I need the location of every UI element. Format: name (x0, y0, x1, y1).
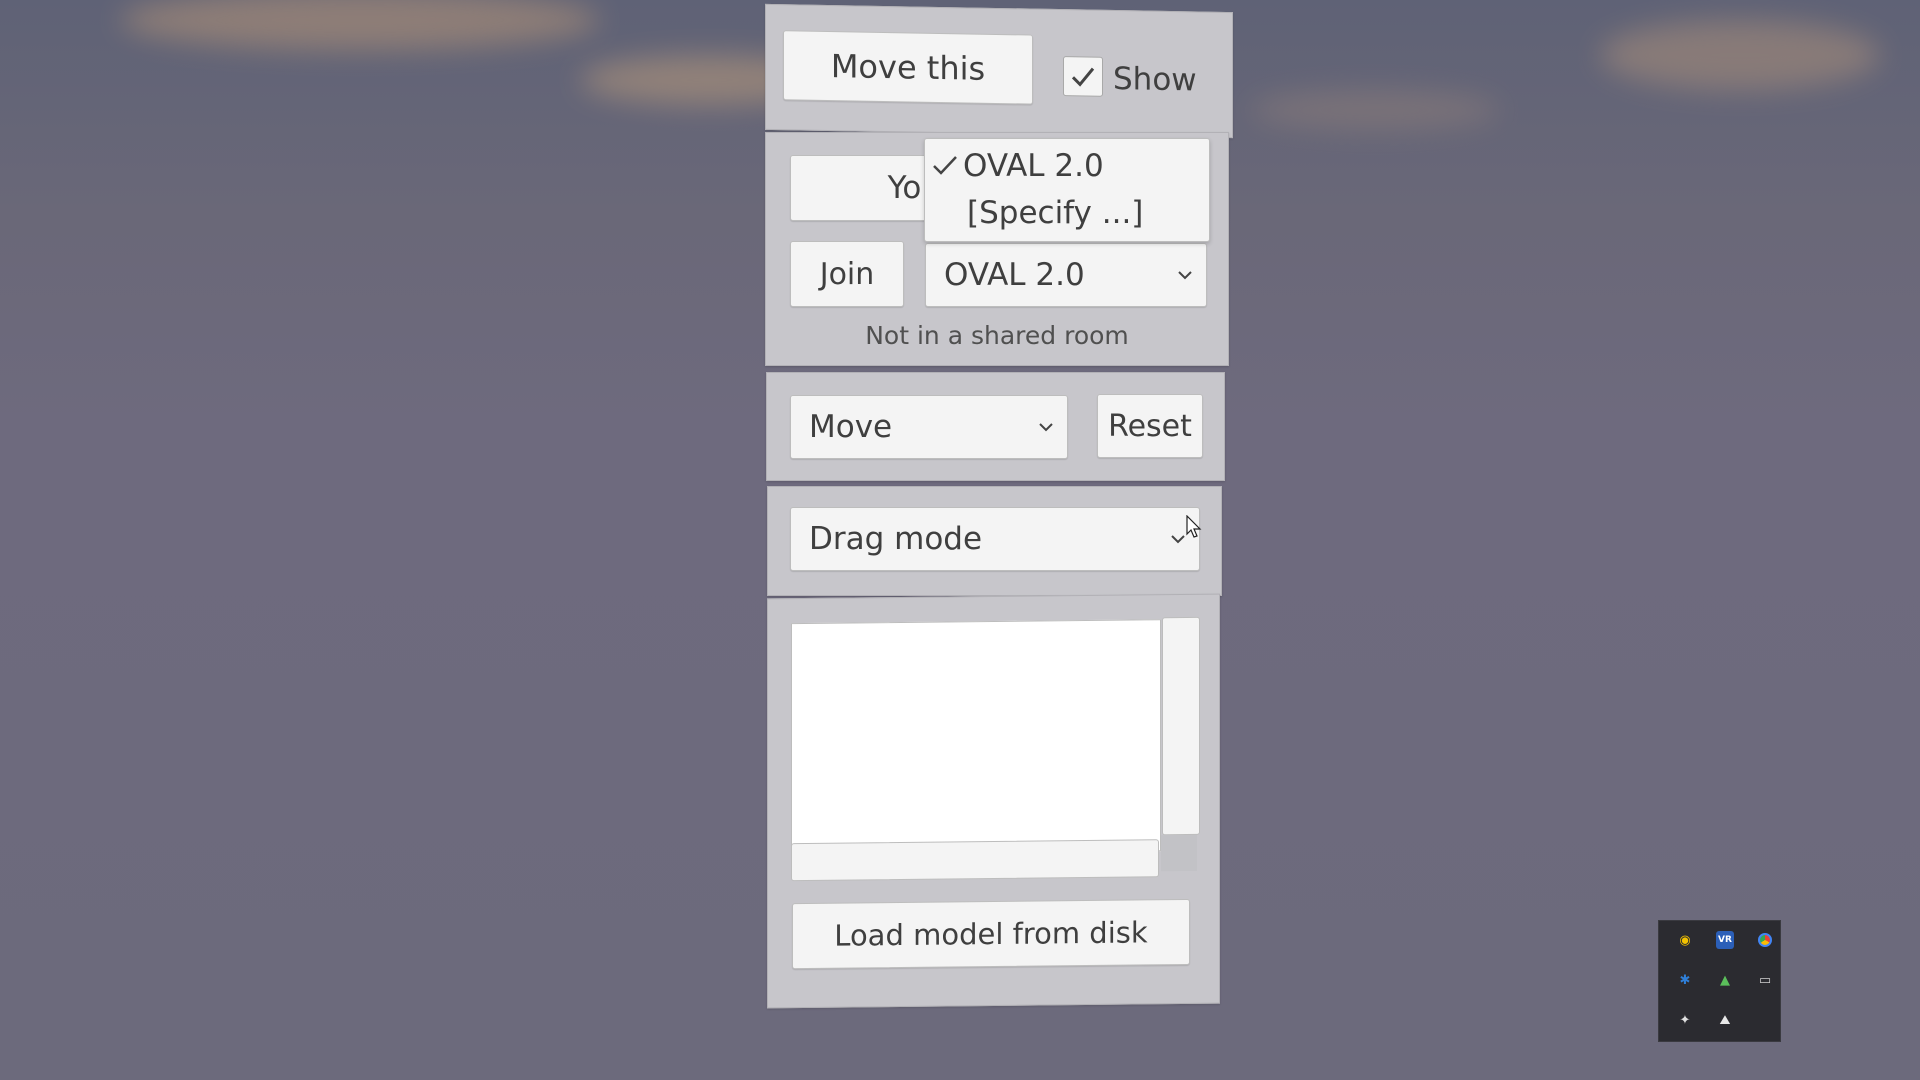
display-icon[interactable]: ▭ (1756, 971, 1774, 989)
menu-item-specify[interactable]: [Specify ...] (925, 191, 1209, 235)
models-panel: Load model from disk (767, 593, 1220, 1009)
room-dropdown-menu: OVAL 2.0 [Specify ...] (924, 138, 1210, 242)
mouse-cursor-icon (1186, 515, 1202, 538)
vertical-scrollbar[interactable] (1162, 616, 1200, 836)
system-tray: ◉ VR ✱ ▲ ▭ ✦ ⛰ (1658, 920, 1781, 1042)
chevron-down-icon (1171, 535, 1185, 544)
slack-icon[interactable]: ✦ (1676, 1011, 1694, 1029)
load-model-button[interactable]: Load model from disk (792, 898, 1190, 970)
shield-icon[interactable]: ▲ (1716, 971, 1734, 989)
room-dropdown-value: OVAL 2.0 (944, 257, 1085, 293)
room-dropdown[interactable]: OVAL 2.0 (925, 243, 1207, 307)
you-button[interactable]: You (790, 155, 942, 221)
horizontal-scrollbar[interactable] (791, 839, 1159, 882)
mode-dropdown[interactable]: Move (790, 395, 1068, 459)
room-status-text: Not in a shared room (865, 321, 1129, 350)
menu-checkmark-icon (933, 156, 957, 175)
headset-icon[interactable]: ◉ (1676, 931, 1694, 949)
reset-label: Reset (1108, 408, 1192, 444)
join-button[interactable]: Join (790, 241, 904, 307)
join-label: Join (819, 256, 875, 292)
mode-dropdown-value: Move (809, 409, 893, 445)
load-model-label: Load model from disk (834, 915, 1148, 953)
drag-mode-dropdown[interactable]: Drag mode (790, 507, 1200, 571)
scrollbar-corner (1161, 834, 1197, 872)
chevron-down-icon (1039, 423, 1053, 432)
header-panel: Move this Show (765, 3, 1233, 139)
reset-button[interactable]: Reset (1097, 394, 1203, 458)
chevron-down-icon (1178, 271, 1192, 280)
chrome-icon[interactable] (1756, 931, 1774, 949)
drag-panel: Drag mode (767, 486, 1222, 596)
show-checkbox[interactable] (1063, 56, 1103, 97)
model-list[interactable] (791, 619, 1161, 856)
menu-item-label: OVAL 2.0 (963, 148, 1104, 184)
show-label: Show (1113, 60, 1197, 99)
cloud-streak (1600, 20, 1880, 90)
vr-icon[interactable]: VR (1716, 931, 1734, 949)
move-this-button[interactable]: Move this (783, 30, 1033, 105)
checkmark-icon (1071, 67, 1095, 87)
bluetooth-icon[interactable]: ✱ (1676, 971, 1694, 989)
drag-mode-dropdown-value: Drag mode (809, 521, 983, 557)
move-this-label: Move this (830, 47, 986, 88)
docker-icon[interactable]: ⛰ (1716, 1011, 1734, 1029)
transform-panel: Move Reset (766, 372, 1225, 481)
menu-item-oval[interactable]: OVAL 2.0 (925, 144, 1209, 188)
cloud-streak (120, 0, 600, 50)
menu-item-label: [Specify ...] (967, 195, 1144, 231)
cloud-streak (1250, 90, 1500, 130)
